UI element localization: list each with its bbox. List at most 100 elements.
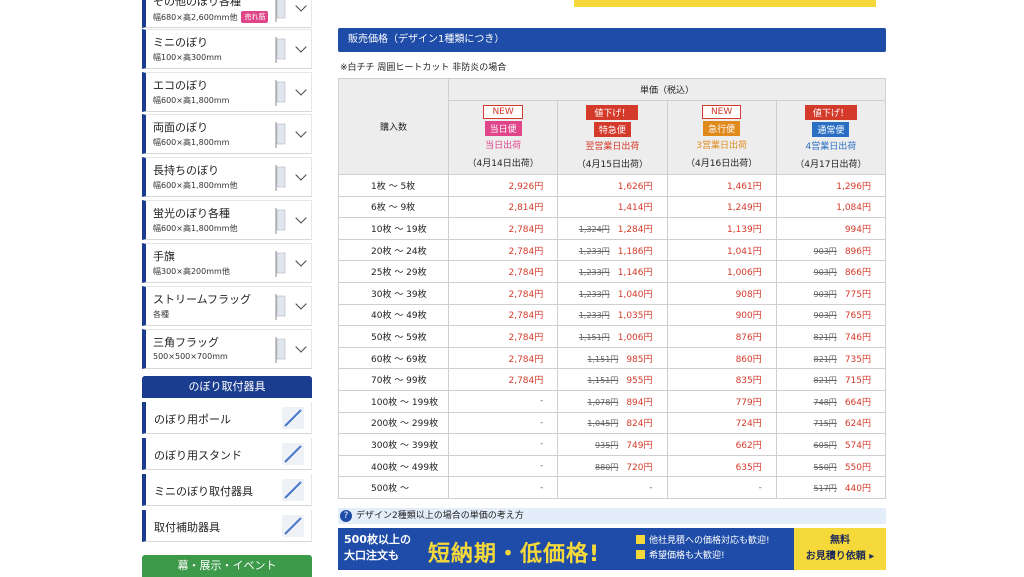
old-price: 821円 <box>813 354 837 364</box>
price-cell: 2,784円 <box>447 238 559 262</box>
price-row: 50枚 〜 59枚 2,784円 1,151円 1,006円 876円 821円 746円 <box>338 325 887 348</box>
sidebar-item[interactable]: 手旗 幅300×高200mm他 <box>142 243 312 283</box>
sidebar-accessory-item[interactable]: のぼり用ポール <box>142 402 312 434</box>
current-price: 1,006円 <box>726 268 762 279</box>
old-price: 517円 <box>813 484 837 494</box>
current-price: 900円 <box>735 311 762 322</box>
chevron-down-icon[interactable] <box>295 126 307 138</box>
old-price: 1,045円 <box>587 419 619 429</box>
sidebar-accessory-label: のぼり用ポール <box>154 413 231 426</box>
current-price: 1,084円 <box>836 203 871 214</box>
sidebar-item[interactable]: エコのぼり 幅600×高1,800mm <box>142 72 312 112</box>
quantity-range: 40枚 〜 49枚 <box>338 303 449 327</box>
size-text: 幅680×高2,600mm他 <box>153 13 238 22</box>
sidebar-item[interactable]: 長持ちのぼり 幅600×高1,800mm他 <box>142 157 312 197</box>
sidebar-item[interactable]: 蛍光のぼり各種幅600×高1,800mm他 <box>142 200 312 240</box>
price-cell: 2,926円 <box>447 174 559 197</box>
cta-line2: 大口注文も <box>344 549 399 562</box>
price-cell: 715円 624円 <box>775 411 887 435</box>
price-row: 500枚 〜 - - - 517円 440円 <box>338 476 887 499</box>
old-price: 1,078円 <box>587 397 619 407</box>
current-price: 1,461円 <box>726 181 762 192</box>
top-banner[interactable] <box>574 0 876 7</box>
product-thumbnail-icon <box>275 37 286 63</box>
price-cell: 903円 896円 <box>775 238 887 262</box>
option-tag-badge: 値下げ！ <box>804 105 857 120</box>
sidebar-item-size: 各種 <box>153 309 169 320</box>
page: その他のぼり各種 幅680×高2,600mm他 売れ筋 ミニのぼり 幅100×高300m… <box>0 0 1024 577</box>
price-row: 200枚 〜 299枚 - 1,045円 824円 724円 715円 624円 <box>338 411 887 435</box>
current-price: 1,249円 <box>726 203 762 214</box>
chevron-down-icon[interactable] <box>295 298 307 310</box>
old-price: 1,151円 <box>587 376 619 386</box>
current-price: 1,006円 <box>617 332 653 343</box>
quantity-range: 400枚 〜 499枚 <box>338 454 449 478</box>
sidebar-accessory-label: のぼり用スタンド <box>154 449 242 462</box>
chevron-down-icon[interactable] <box>295 84 307 96</box>
faq-link[interactable]: ? デザイン2種類以上の場合の単価の考え方 <box>338 508 886 524</box>
price-cell: 1,078円 894円 <box>557 389 668 413</box>
price-cell: - <box>447 476 559 499</box>
sidebar-item[interactable]: ストリームフラッグ 各種 <box>142 286 312 326</box>
old-price: 715円 <box>813 419 837 429</box>
chevron-down-icon[interactable] <box>295 169 307 181</box>
current-price: - <box>758 482 762 493</box>
price-cell: - <box>557 476 668 499</box>
checkbox-icon <box>636 550 645 559</box>
price-cell: 1,139円 <box>666 217 777 240</box>
sidebar-item-label: 手旗 <box>153 250 175 263</box>
service-badge: 特急便 <box>593 122 631 137</box>
current-price: 1,139円 <box>726 224 762 235</box>
current-price: 664円 <box>844 397 871 408</box>
current-price: - <box>540 439 544 450</box>
chevron-down-icon[interactable] <box>295 41 307 53</box>
sidebar-item-label: 蛍光のぼり各種 <box>153 207 230 220</box>
price-note: ※白チチ 周囲ヒートカット 非防炎の場合 <box>340 63 507 73</box>
sidebar-item[interactable]: ミニのぼり 幅100×高300mm <box>142 29 312 69</box>
current-price: 894円 <box>626 397 653 408</box>
price-cell: 605円 574円 <box>775 433 887 456</box>
current-price: 440円 <box>844 484 871 495</box>
chevron-down-icon[interactable] <box>295 255 307 267</box>
ship-timing: 4営業日出荷 <box>805 142 857 152</box>
sidebar-accessory-item[interactable]: ミニのぼり取付器具 <box>142 474 312 506</box>
accessory-thumbnail-icon <box>282 407 304 429</box>
question-icon: ? <box>340 510 352 522</box>
product-thumbnail-icon <box>275 122 286 148</box>
price-cell: 900円 <box>666 303 777 327</box>
price-cell: - <box>447 389 559 413</box>
current-price: 2,784円 <box>508 246 544 257</box>
current-price: 1,041円 <box>726 246 762 257</box>
shipping-option-header: 値下げ！ 通常便 4営業日出荷 （4月17日出荷） <box>775 100 887 175</box>
chevron-down-icon[interactable] <box>295 341 307 353</box>
chevron-down-icon[interactable] <box>295 0 307 12</box>
current-price: 1,146円 <box>617 268 653 279</box>
sidebar-accessory-item[interactable]: 取付補助器具 <box>142 510 312 542</box>
price-row: 6枚 〜 9枚 2,814円 1,414円 1,249円 1,084円 <box>338 195 887 219</box>
price-row: 30枚 〜 39枚 2,784円 1,233円 1,040円 908円 903円 775円 <box>338 281 887 305</box>
sidebar-item[interactable]: 両面のぼり幅600×高1,800mm <box>142 114 312 154</box>
price-cell: - <box>666 476 777 499</box>
sidebar-accessory-item[interactable]: のぼり用スタンド <box>142 438 312 470</box>
sidebar-item-size: 幅680×高2,600mm他 売れ筋 <box>153 11 269 23</box>
current-price: 749円 <box>626 440 653 451</box>
bulk-order-banner[interactable]: 500枚以上の 大口注文も 短納期・低価格! 他社見積への価格対応も歓迎! 希望… <box>338 528 886 570</box>
current-price: 824円 <box>626 419 653 430</box>
quantity-range: 60枚 〜 69枚 <box>338 346 449 370</box>
sidebar-item[interactable]: その他のぼり各種 幅680×高2,600mm他 売れ筋 <box>142 0 312 28</box>
sidebar-item-size: 幅600×高1,800mm <box>153 137 229 148</box>
price-cell: 1,296円 <box>775 174 887 197</box>
size-text: 幅600×高1,800mm他 <box>153 224 238 233</box>
estimate-request-button[interactable]: 無料 お見積り依頼 ▸ <box>794 528 886 570</box>
current-price: 662円 <box>735 440 762 451</box>
old-price: 935円 <box>595 440 619 450</box>
sidebar-item[interactable]: 三角フラッグ 500×500×700mm <box>142 329 312 369</box>
quantity-range: 70枚 〜 99枚 <box>338 368 449 391</box>
sidebar-section-event[interactable]: 幕・展示・イベント <box>142 555 312 577</box>
main-content: 販売価格（デザイン1種類につき） ※白チチ 周囲ヒートカット 非防炎の場合 購入… <box>338 0 887 577</box>
sidebar-item-label: ミニのぼり <box>153 36 208 49</box>
price-cell: 550円 550円 <box>775 454 887 478</box>
chevron-down-icon[interactable] <box>295 212 307 224</box>
quantity-range: 50枚 〜 59枚 <box>338 325 449 348</box>
sidebar-item-label: 両面のぼり <box>153 121 208 134</box>
